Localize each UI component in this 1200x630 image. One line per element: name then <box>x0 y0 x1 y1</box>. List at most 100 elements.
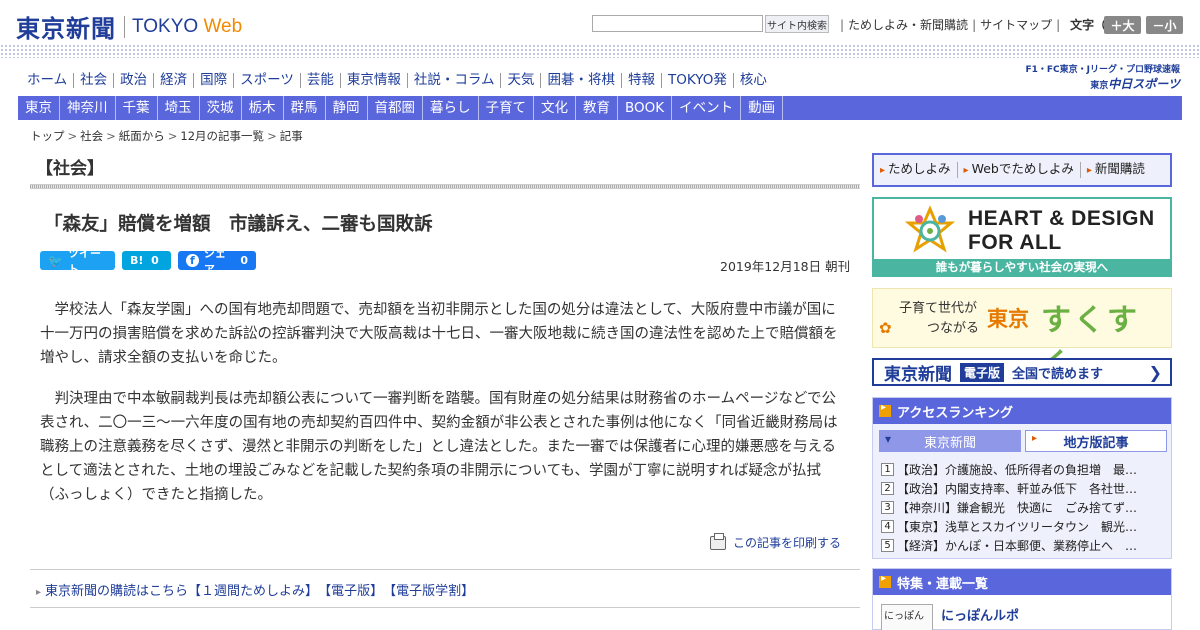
nav-region-ibaraki[interactable]: 茨城 <box>200 96 242 120</box>
nav-sports[interactable]: スポーツ <box>233 72 300 88</box>
nav-region-tokyo[interactable]: 東京 <box>18 96 60 120</box>
facebook-share-count: 0 <box>240 254 248 267</box>
regional-nav: 東京 神奈川 千葉 埼玉 茨城 栃木 群馬 静岡 首都圏 暮らし 子育て 文化 … <box>18 96 1182 120</box>
nav-region-tochigi[interactable]: 栃木 <box>242 96 284 120</box>
sitemap-link[interactable]: サイトマップ <box>980 16 1052 33</box>
trial-week-link[interactable]: 【１週間ためしよみ】 <box>188 580 318 599</box>
article-body: 学校法人「森友学園」への国有地売却問題で、売却額を当初非開示とした国の処分は違法… <box>40 298 846 524</box>
font-smaller-button[interactable]: －小 <box>1146 16 1183 34</box>
nav-region-kanagawa[interactable]: 神奈川 <box>60 96 116 120</box>
heart-design-banner[interactable]: HEART & DESIGN FOR ALL 誰もが暮らしやすい社会の実現へ <box>872 197 1172 277</box>
nav-entertainment[interactable]: 芸能 <box>299 72 340 88</box>
font-larger-button[interactable]: ＋大 <box>1104 16 1141 34</box>
nav-kakushin[interactable]: 核心 <box>732 72 773 88</box>
header-dotted-divider <box>0 44 1200 58</box>
nav-culture[interactable]: 文化 <box>534 96 576 120</box>
ranking-item[interactable]: 4 【東京】浅草とスカイツリータウン 観光… <box>881 517 1161 536</box>
nav-living[interactable]: 暮らし <box>423 96 479 120</box>
nav-event[interactable]: イベント <box>672 96 742 120</box>
print-article-label: この記事を印刷する <box>733 536 842 550</box>
breadcrumb-top[interactable]: トップ <box>30 129 65 143</box>
tab-tokyo-shimbun[interactable]: 東京新聞 <box>879 430 1021 452</box>
feature-thumbnail[interactable]: にっぽん <box>881 604 933 630</box>
nav-region-chiba[interactable]: 千葉 <box>116 96 158 120</box>
logo-divider <box>124 15 125 38</box>
digital-edition-link[interactable]: 【電子版】 <box>318 580 383 599</box>
features-header: 特集・連載一覧 <box>873 569 1171 595</box>
nav-politics[interactable]: 政治 <box>113 72 153 88</box>
nav-region-shutoken[interactable]: 首都圏 <box>368 96 423 120</box>
tab-local-edition[interactable]: 地方版記事 <box>1025 430 1167 452</box>
breadcrumb-current: 記事 <box>279 129 303 143</box>
nav-editorial[interactable]: 社説・コラム <box>406 72 501 88</box>
site-header: 東京新聞 TOKYO Web サイト内検索 | ためしよみ・新聞購読 | サイト… <box>0 0 1200 44</box>
ranking-item[interactable]: 2 【政治】内閣支持率、軒並み低下 各社世… <box>881 479 1161 498</box>
digital-student-link[interactable]: 【電子版学割】 <box>383 580 474 599</box>
tokyo-sukusuku-banner[interactable]: 子育て世代が つながる 東京 すくすく ✿ <box>872 288 1172 382</box>
ranking-tabs: 東京新聞 地方版記事 <box>879 430 1167 452</box>
chunichi-sports-banner[interactable]: F1・FC東京・Jリーグ・プロ野球速報 東京中日スポーツ <box>1020 62 1180 94</box>
ranking-item[interactable]: 1 【政治】介護施設、低所得者の負担増 最… <box>881 460 1161 479</box>
nav-international[interactable]: 国際 <box>193 72 233 88</box>
chunichi-logo: 東京中日スポーツ <box>1090 77 1180 91</box>
site-logo[interactable]: 東京新聞 TOKYO Web <box>16 9 242 44</box>
site-search-input[interactable] <box>592 15 763 32</box>
sidebar-subscribe-link[interactable]: 新聞購読 <box>1081 162 1151 178</box>
breadcrumb-separator: > <box>167 129 178 143</box>
breadcrumb-paper[interactable]: 紙面から <box>119 129 165 143</box>
hatena-icon: B! <box>130 254 144 267</box>
ranking-item[interactable]: 5 【経済】かんぽ・日本郵便、業務停止へ … <box>881 536 1161 555</box>
breadcrumb-separator: > <box>106 129 116 143</box>
sukusuku-tagline-1: 子育て世代が <box>899 301 978 316</box>
nav-region-saitama[interactable]: 埼玉 <box>158 96 200 120</box>
ranking-title: アクセスランキング <box>897 405 1013 421</box>
nav-tokuho[interactable]: 特報 <box>620 72 661 88</box>
nav-weather[interactable]: 天気 <box>500 72 540 88</box>
sidebar-web-trial-link[interactable]: Webでためしよみ <box>958 162 1081 178</box>
twitter-bird-icon: 🐦 <box>48 253 63 268</box>
nav-book[interactable]: BOOK <box>618 96 673 120</box>
nav-parenting[interactable]: 子育て <box>479 96 534 120</box>
digital-edition-banner[interactable]: 東京新聞 電子版 全国で読めます ❯ <box>872 358 1172 386</box>
breadcrumb-society[interactable]: 社会 <box>80 129 103 143</box>
sukusuku-tagline-2: つながる <box>927 321 980 336</box>
tweet-button[interactable]: 🐦 ツイート <box>40 247 115 276</box>
link-separator: | <box>1056 17 1061 32</box>
breadcrumb-month-list[interactable]: 12月の記事一覧 <box>180 129 264 143</box>
sidebar-trial-link[interactable]: ためしよみ <box>874 162 958 178</box>
ranking-header: アクセスランキング <box>873 398 1171 424</box>
promo-divider-top <box>30 569 860 570</box>
feature-link-nippon-rupo[interactable]: にっぽんルポ <box>941 605 1019 624</box>
sidebar-subscribe-links: ためしよみ Webでためしよみ 新聞購読 <box>872 153 1172 187</box>
nav-go-shogi[interactable]: 囲碁・将棋 <box>540 72 621 88</box>
nav-education[interactable]: 教育 <box>576 96 618 120</box>
nav-society[interactable]: 社会 <box>73 72 113 88</box>
heart-design-logo-icon <box>904 205 956 253</box>
features-title: 特集・連載一覧 <box>897 576 989 592</box>
logo-english: TOKYO Web <box>132 15 243 37</box>
ranking-item[interactable]: 3 【神奈川】鎌倉観光 快適に ごみ捨てず… <box>881 498 1161 517</box>
print-article-link[interactable]: この記事を印刷する <box>710 532 842 551</box>
subscribe-promo-link[interactable]: 東京新聞の購読はこちら <box>36 580 188 599</box>
arrow-square-icon <box>879 402 891 417</box>
subscription-promo: 東京新聞の購読はこちら 【１週間ためしよみ】 【電子版】 【電子版学割】 <box>36 580 474 599</box>
nav-tokyo-info[interactable]: 東京情報 <box>339 72 407 88</box>
breadcrumb: トップ > 社会 > 紙面から >12月の記事一覧 > 記事 <box>30 128 303 144</box>
nav-video[interactable]: 動画 <box>741 96 784 120</box>
article-paragraph: 判決理由で中本敏嗣裁判長は売却額公表について一審判断を踏襲。国有財産の処分結果は… <box>40 391 838 503</box>
nav-region-shizuoka[interactable]: 静岡 <box>326 96 368 120</box>
hatena-bookmark-button[interactable]: B! 0 <box>122 251 171 270</box>
nav-region-gunma[interactable]: 群馬 <box>284 96 326 120</box>
nav-economy[interactable]: 経済 <box>153 72 193 88</box>
subscribe-link[interactable]: ためしよみ・新聞購読 <box>848 16 968 33</box>
facebook-share-button[interactable]: f シェア 0 <box>178 247 256 276</box>
tweet-label: ツイート <box>67 246 101 276</box>
nav-tokyo-hatsu[interactable]: TOKYO発 <box>660 72 733 88</box>
features-box: 特集・連載一覧 にっぽん にっぽんルポ <box>872 568 1172 630</box>
printer-icon <box>710 532 726 550</box>
section-title: 【社会】 <box>36 159 104 179</box>
site-search-button[interactable]: サイト内検索 <box>765 15 829 33</box>
denshi-tag: 電子版 <box>960 362 1005 382</box>
article-headline: 「森友」賠償を増額 市議訴え、二審も国敗訴 <box>44 214 433 235</box>
nav-home[interactable]: ホーム <box>20 72 73 88</box>
